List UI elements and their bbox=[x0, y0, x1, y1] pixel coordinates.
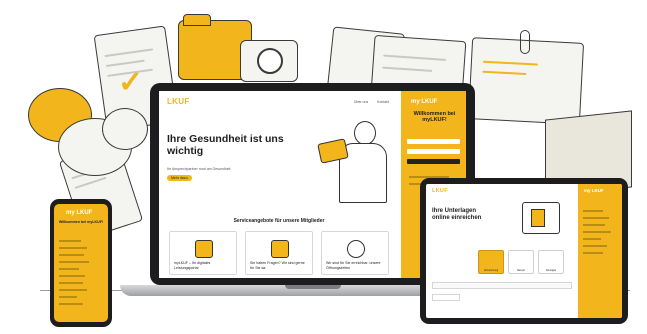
folder-tab bbox=[183, 14, 211, 26]
service-card-hours[interactable]: Wir sind für Sie erreichbar: unsere Öffn… bbox=[321, 231, 389, 275]
services-title: Serviceangebote für unsere Mitglieder bbox=[233, 218, 325, 224]
phone-menu-item[interactable] bbox=[59, 247, 87, 249]
phone-menu-item[interactable] bbox=[59, 240, 81, 242]
tablet-site-logo[interactable]: LKUF bbox=[432, 188, 448, 194]
phone-menu-item[interactable] bbox=[59, 289, 87, 291]
phone-menu-item[interactable] bbox=[59, 275, 85, 277]
hero-button[interactable]: Mehr dazu bbox=[167, 175, 192, 181]
nav-item-about[interactable]: Über uns bbox=[354, 100, 368, 104]
upload-illustration bbox=[522, 202, 560, 234]
option-label: Rezept bbox=[517, 269, 525, 272]
service-card-label: myLKUF – Ihr digitales Leistungsportal bbox=[174, 261, 211, 270]
tablet-sidebar: my LKUF bbox=[578, 184, 622, 318]
username-input[interactable] bbox=[407, 139, 460, 144]
hero-title: Ihre Gesundheit ist uns wichtig bbox=[167, 133, 284, 158]
phone-welcome: Willkommen bei myLKUF! bbox=[58, 220, 104, 224]
login-logo: my LKUF bbox=[411, 99, 438, 105]
camera-lens bbox=[257, 48, 283, 74]
hero-subtitle: Ihr Ansprechpartner rund um Gesundheit bbox=[167, 167, 231, 171]
tablet-menu-item[interactable] bbox=[583, 217, 609, 219]
doctor-head bbox=[354, 121, 376, 145]
upload-field[interactable] bbox=[432, 282, 572, 289]
submit-button[interactable] bbox=[432, 294, 460, 301]
phone-menu-item[interactable] bbox=[59, 254, 84, 256]
site-logo[interactable]: LKUF bbox=[167, 97, 190, 106]
option-sonstiges[interactable]: Sonstiges bbox=[538, 250, 564, 274]
tablet-menu-item[interactable] bbox=[583, 252, 603, 254]
check-icon: ✓ bbox=[118, 66, 144, 99]
tablet-menu-item[interactable] bbox=[583, 210, 603, 212]
laptop-notch bbox=[285, 285, 341, 289]
phone-menu-item[interactable] bbox=[59, 261, 89, 263]
tablet-menu-item[interactable] bbox=[583, 231, 611, 233]
tablet-screen: LKUF Ihre Unterlagen online einreichen A… bbox=[426, 184, 622, 318]
login-button[interactable] bbox=[407, 159, 460, 164]
option-rezept[interactable]: Rezept bbox=[508, 250, 534, 274]
tablet-menu-item[interactable] bbox=[583, 238, 601, 240]
phone-logo[interactable]: my LKUF bbox=[66, 210, 92, 216]
tablet-sidebar-logo: my LKUF bbox=[584, 188, 604, 193]
phone-menu-item[interactable] bbox=[59, 296, 77, 298]
option-label: Arztrechnung bbox=[483, 269, 499, 272]
service-card-contact[interactable]: Sie haben Fragen? Wir sind gerne für Sie… bbox=[245, 231, 313, 275]
phone-menu-item[interactable] bbox=[59, 268, 79, 270]
option-label: Sonstiges bbox=[545, 269, 557, 272]
tablet-page-title: Ihre Unterlagen online einreichen bbox=[432, 208, 482, 222]
paperclip-icon bbox=[520, 30, 530, 54]
service-card-label: Wir sind für Sie erreichbar: unsere Öffn… bbox=[326, 261, 381, 270]
tablet-menu-item[interactable] bbox=[583, 224, 605, 226]
portal-icon bbox=[195, 240, 213, 258]
chat-icon bbox=[271, 240, 289, 258]
clock-icon bbox=[347, 240, 365, 258]
service-card-label: Sie haben Fragen? Wir sind gerne für Sie… bbox=[250, 261, 305, 270]
tablet-menu-item[interactable] bbox=[583, 245, 607, 247]
phone-menu-item[interactable] bbox=[59, 303, 83, 305]
speech-bubble-icon bbox=[102, 108, 148, 150]
phone-screen: my LKUF Willkommen bei myLKUF! bbox=[54, 204, 108, 322]
service-card-portal[interactable]: myLKUF – Ihr digitales Leistungsportal bbox=[169, 231, 237, 275]
nav-item-contact[interactable]: Kontakt bbox=[377, 100, 389, 104]
password-input[interactable] bbox=[407, 149, 460, 154]
option-arztrechnung[interactable]: Arztrechnung bbox=[478, 250, 504, 274]
phone-menu-item[interactable] bbox=[59, 282, 83, 284]
document-icon bbox=[531, 209, 545, 227]
login-welcome: Willkommen bei myLKUF! bbox=[413, 111, 456, 124]
